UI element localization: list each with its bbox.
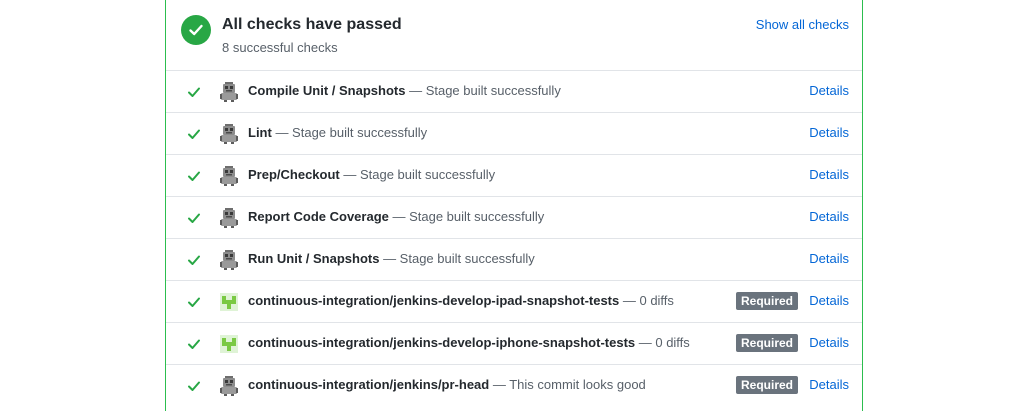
check-row-text: Compile Unit / Snapshots — Stage built s… xyxy=(248,83,561,98)
check-success-icon xyxy=(187,85,201,99)
check-name: Run Unit / Snapshots xyxy=(248,251,380,266)
check-description: — Stage built successfully xyxy=(388,209,545,224)
check-name: Prep/Checkout xyxy=(248,167,340,182)
check-name: Lint xyxy=(248,125,272,140)
checks-summary-title: All checks have passed xyxy=(222,16,402,33)
required-badge: Required xyxy=(735,334,798,352)
check-description: — 0 diffs xyxy=(619,293,674,308)
check-row: Lint — Stage built successfully Details xyxy=(166,113,862,155)
required-badge: Required xyxy=(735,292,798,310)
check-success-icon xyxy=(187,169,201,183)
check-success-icon xyxy=(187,253,201,267)
required-badge: Required xyxy=(735,376,798,394)
snapshot-app-icon xyxy=(220,334,238,354)
check-name: continuous-integration/jenkins/pr-head xyxy=(248,377,490,392)
check-row: Prep/Checkout — Stage built successfully… xyxy=(166,155,862,197)
check-name: Report Code Coverage xyxy=(248,209,389,224)
check-details-link[interactable]: Details xyxy=(809,167,849,182)
check-row-text: Lint — Stage built successfully xyxy=(248,125,427,140)
check-details-link[interactable]: Details xyxy=(809,293,849,308)
check-name: continuous-integration/jenkins-develop-i… xyxy=(248,293,620,308)
check-row-text: Run Unit / Snapshots — Stage built succe… xyxy=(248,251,535,266)
check-name: Compile Unit / Snapshots xyxy=(248,83,406,98)
check-description: — Stage built successfully xyxy=(271,125,428,140)
check-row-text: continuous-integration/jenkins-develop-i… xyxy=(248,335,690,350)
check-details-link[interactable]: Details xyxy=(809,377,849,392)
check-row: continuous-integration/jenkins-develop-i… xyxy=(166,323,862,365)
snapshot-app-icon xyxy=(220,292,238,312)
checks-list: Compile Unit / Snapshots — Stage built s… xyxy=(166,71,862,407)
jenkins-robot-icon xyxy=(220,82,238,102)
show-all-checks-link[interactable]: Show all checks xyxy=(756,17,849,32)
check-description: — Stage built successfully xyxy=(405,83,561,98)
check-details-link[interactable]: Details xyxy=(809,209,849,224)
jenkins-robot-icon xyxy=(220,208,238,228)
check-row-text: continuous-integration/jenkins-develop-i… xyxy=(248,293,674,308)
check-description: — This commit looks good xyxy=(489,377,646,392)
check-success-icon xyxy=(187,337,201,351)
check-details-link[interactable]: Details xyxy=(809,335,849,350)
check-row-text: Prep/Checkout — Stage built successfully xyxy=(248,167,495,182)
checks-summary-header: All checks have passed 8 successful chec… xyxy=(166,0,862,71)
check-name: continuous-integration/jenkins-develop-i… xyxy=(248,335,636,350)
check-details-link[interactable]: Details xyxy=(809,83,849,98)
check-row: continuous-integration/jenkins-develop-i… xyxy=(166,281,862,323)
check-row: Run Unit / Snapshots — Stage built succe… xyxy=(166,239,862,281)
check-success-icon xyxy=(187,295,201,309)
check-row: Report Code Coverage — Stage built succe… xyxy=(166,197,862,239)
check-success-icon xyxy=(187,211,201,225)
check-row-text: Report Code Coverage — Stage built succe… xyxy=(248,209,544,224)
check-details-link[interactable]: Details xyxy=(809,251,849,266)
checks-summary-count: 8 successful checks xyxy=(222,40,338,55)
check-row: continuous-integration/jenkins/pr-head —… xyxy=(166,365,862,407)
check-success-icon xyxy=(187,127,201,141)
check-description: — Stage built successfully xyxy=(379,251,535,266)
jenkins-robot-icon xyxy=(220,124,238,144)
jenkins-robot-icon xyxy=(220,376,238,396)
check-success-icon xyxy=(187,379,201,393)
check-row-text: continuous-integration/jenkins/pr-head —… xyxy=(248,377,646,392)
check-details-link[interactable]: Details xyxy=(809,125,849,140)
jenkins-robot-icon xyxy=(220,166,238,186)
merge-status-panel: All checks have passed 8 successful chec… xyxy=(165,0,863,411)
jenkins-robot-icon xyxy=(220,250,238,270)
check-description: — 0 diffs xyxy=(635,335,690,350)
check-row: Compile Unit / Snapshots — Stage built s… xyxy=(166,71,862,113)
check-description: — Stage built successfully xyxy=(339,167,496,182)
checks-passed-icon xyxy=(181,15,211,45)
